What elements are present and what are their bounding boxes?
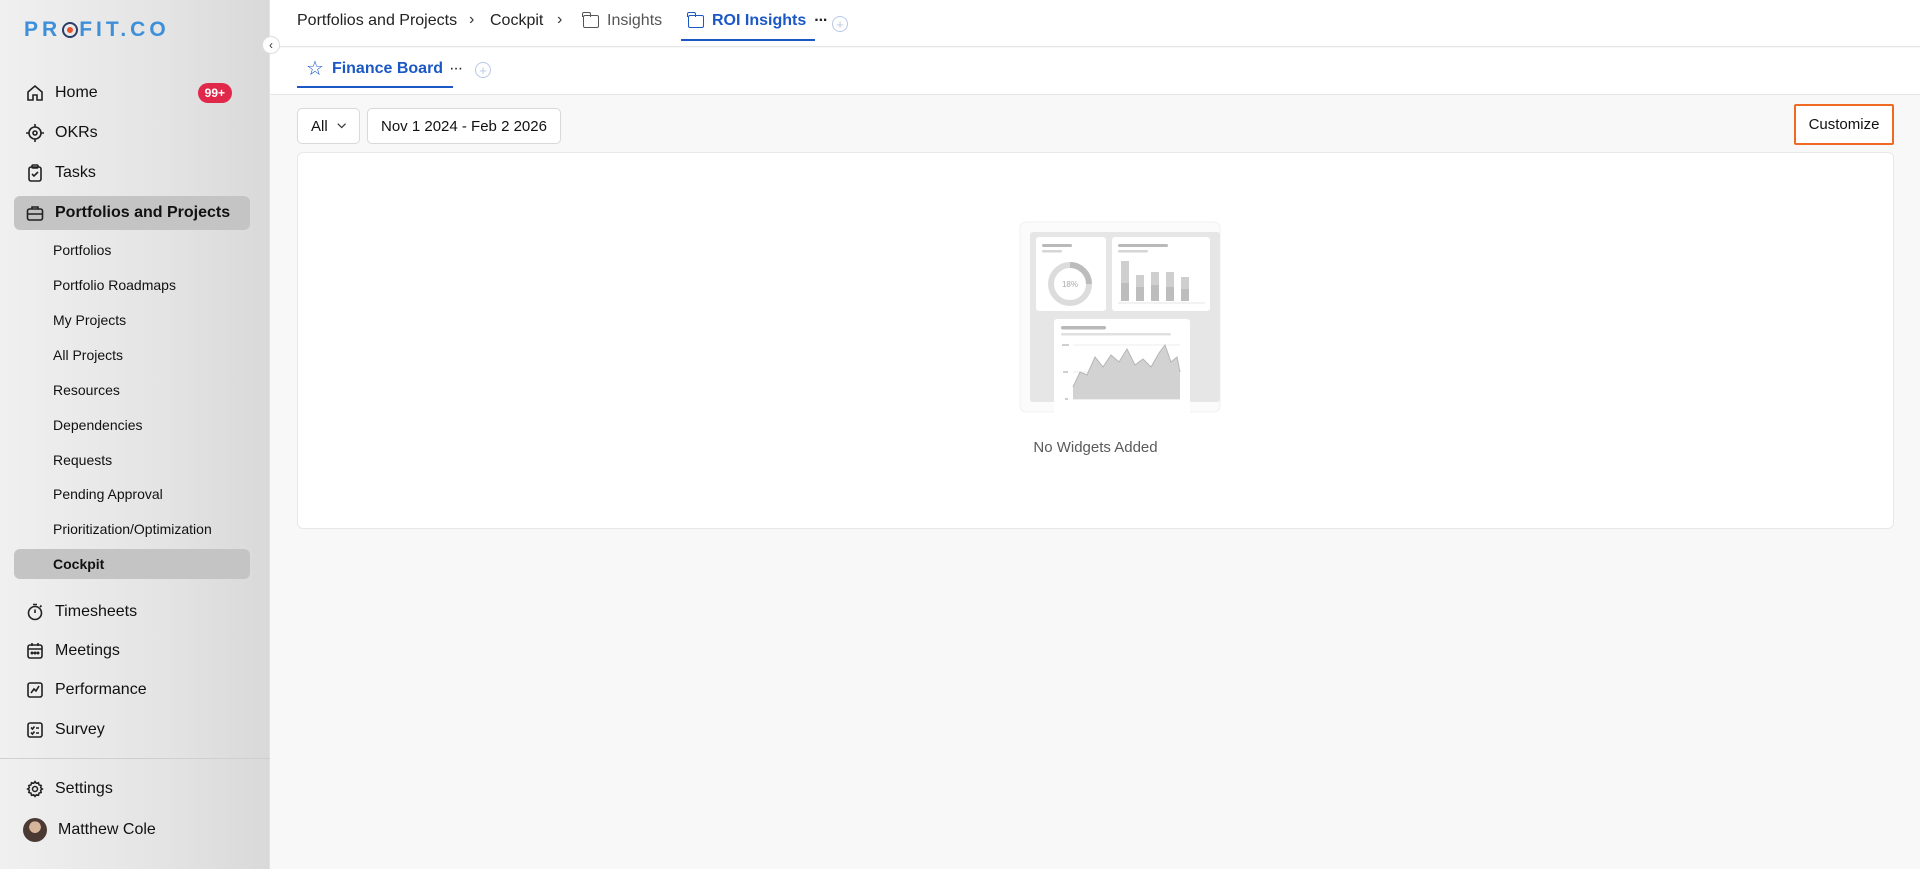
sidebar: PR FIT.CO Home 99+ OKRs Tasks Portfolios … bbox=[0, 0, 270, 869]
sidebar-subitem-label: All Projects bbox=[53, 347, 124, 363]
sidebar-item-settings[interactable]: Settings bbox=[14, 772, 250, 806]
sidebar-subitem-label: Portfolio Roadmaps bbox=[53, 277, 176, 293]
gear-icon bbox=[26, 780, 44, 798]
main-content: Portfolios and Projects › Cockpit › Insi… bbox=[270, 0, 1920, 869]
profit-co-logo[interactable]: PR FIT.CO bbox=[24, 18, 170, 42]
sidebar-subitem-prioritization-optimization[interactable]: Prioritization/Optimization bbox=[14, 514, 250, 544]
logo-target-icon bbox=[62, 22, 79, 38]
chevron-left-icon[interactable]: ‹ bbox=[262, 36, 280, 54]
sidebar-subitem-all-projects[interactable]: All Projects bbox=[14, 340, 250, 370]
user-profile[interactable]: Matthew Cole bbox=[14, 813, 250, 847]
breadcrumb-label: Cockpit bbox=[490, 12, 544, 29]
folder-icon bbox=[582, 11, 599, 28]
sidebar-subitem-label: My Projects bbox=[53, 312, 127, 328]
user-name: Matthew Cole bbox=[58, 821, 156, 838]
home-icon bbox=[26, 84, 44, 102]
date-range-value: Nov 1 2024 - Feb 2 2026 bbox=[381, 117, 547, 135]
sidebar-item-timesheets[interactable]: Timesheets bbox=[14, 595, 250, 629]
sidebar-item-label: Tasks bbox=[55, 164, 96, 181]
breadcrumb: Portfolios and Projects › Cockpit › Insi… bbox=[270, 0, 1920, 47]
donut-percent-label: 18% bbox=[1062, 280, 1078, 289]
sidebar-subitem-requests[interactable]: Requests bbox=[14, 445, 250, 475]
breadcrumb-separator: › bbox=[469, 11, 475, 28]
clipboard-icon bbox=[26, 164, 44, 182]
sidebar-divider bbox=[0, 758, 270, 759]
more-options-icon[interactable]: ··· bbox=[449, 60, 463, 78]
sidebar-subitem-label: Resources bbox=[53, 382, 120, 398]
sidebar-item-portfolios-and-projects[interactable]: Portfolios and Projects bbox=[14, 196, 250, 230]
sidebar-item-survey[interactable]: Survey bbox=[14, 713, 250, 747]
target-icon bbox=[26, 124, 44, 142]
logo-text-left: PR bbox=[24, 18, 62, 41]
sidebar-item-label: Performance bbox=[55, 681, 147, 698]
sidebar-item-label: Survey bbox=[55, 721, 105, 738]
add-board-icon[interactable]: + bbox=[475, 62, 491, 78]
sidebar-item-meetings[interactable]: Meetings bbox=[14, 634, 250, 668]
board-tabs-bar: ☆ Finance Board ··· + bbox=[270, 48, 1920, 95]
sidebar-subitem-label: Cockpit bbox=[53, 556, 105, 572]
logo-text-right: FIT.CO bbox=[79, 18, 170, 41]
tab-finance-board[interactable]: ☆ Finance Board ··· bbox=[306, 56, 463, 81]
sidebar-item-tasks[interactable]: Tasks bbox=[14, 156, 250, 190]
sidebar-item-label: OKRs bbox=[55, 124, 98, 141]
scope-value: All bbox=[311, 117, 328, 135]
folder-icon bbox=[687, 11, 704, 28]
notification-badge: 99+ bbox=[197, 83, 232, 103]
sidebar-subitem-label: Portfolios bbox=[53, 242, 112, 258]
date-range-picker[interactable]: Nov 1 2024 - Feb 2 2026 bbox=[367, 108, 561, 144]
calendar-icon bbox=[26, 642, 44, 660]
chevron-down-icon bbox=[337, 123, 346, 129]
breadcrumb-portfolios-and-projects[interactable]: Portfolios and Projects bbox=[297, 12, 457, 30]
checklist-icon bbox=[26, 721, 44, 739]
scope-dropdown[interactable]: All bbox=[297, 108, 360, 144]
breadcrumb-label: Insights bbox=[607, 12, 663, 29]
sidebar-subitem-cockpit[interactable]: Cockpit bbox=[14, 549, 250, 579]
sidebar-subitem-label: Dependencies bbox=[53, 417, 143, 433]
sidebar-item-label: Meetings bbox=[55, 642, 120, 659]
breadcrumb-label: ROI Insights bbox=[712, 12, 807, 29]
sidebar-item-okrs[interactable]: OKRs bbox=[14, 116, 250, 150]
sidebar-item-performance[interactable]: Performance bbox=[14, 673, 250, 707]
star-icon[interactable]: ☆ bbox=[306, 56, 324, 81]
sidebar-subitem-label: Pending Approval bbox=[53, 486, 163, 502]
briefcase-icon bbox=[26, 204, 44, 222]
widgets-panel: 18% No Widgets Added bbox=[297, 152, 1894, 529]
stopwatch-icon bbox=[26, 603, 44, 621]
sidebar-subitem-label: Requests bbox=[53, 452, 113, 468]
empty-dashboard-illustration: 18% bbox=[1019, 221, 1221, 417]
breadcrumb-label: Portfolios and Projects bbox=[297, 12, 458, 29]
breadcrumb-cockpit[interactable]: Cockpit bbox=[490, 12, 543, 30]
customize-label: Customize bbox=[1808, 116, 1880, 133]
breadcrumb-insights[interactable]: Insights bbox=[582, 11, 663, 30]
sidebar-subitem-portfolios[interactable]: Portfolios bbox=[14, 235, 250, 265]
more-options-icon[interactable]: ··· bbox=[814, 12, 828, 30]
board-tab-label: Finance Board bbox=[331, 59, 444, 77]
sidebar-item-home[interactable]: Home 99+ bbox=[14, 76, 250, 110]
sidebar-subitem-my-projects[interactable]: My Projects bbox=[14, 305, 250, 335]
sidebar-subitem-resources[interactable]: Resources bbox=[14, 375, 250, 405]
customize-button[interactable]: Customize bbox=[1794, 104, 1894, 145]
sidebar-item-label: Home bbox=[55, 84, 98, 101]
sidebar-item-label: Settings bbox=[55, 780, 113, 797]
sidebar-item-label: Timesheets bbox=[55, 603, 138, 620]
sidebar-subitem-portfolio-roadmaps[interactable]: Portfolio Roadmaps bbox=[14, 270, 250, 300]
avatar bbox=[23, 818, 47, 842]
trend-chart-icon bbox=[26, 681, 44, 699]
sidebar-subitem-label: Prioritization/Optimization bbox=[53, 521, 212, 537]
sidebar-subitem-pending-approval[interactable]: Pending Approval bbox=[14, 479, 250, 509]
sidebar-subitem-dependencies[interactable]: Dependencies bbox=[14, 410, 250, 440]
sidebar-item-label: Portfolios and Projects bbox=[55, 204, 231, 221]
tab-roi-insights[interactable]: ROI Insights ··· bbox=[687, 11, 828, 30]
active-tab-indicator bbox=[297, 86, 453, 88]
active-tab-indicator bbox=[681, 39, 815, 41]
empty-state-message: No Widgets Added bbox=[1033, 439, 1158, 456]
breadcrumb-separator: › bbox=[557, 11, 563, 28]
add-tab-icon[interactable]: + bbox=[832, 16, 848, 32]
